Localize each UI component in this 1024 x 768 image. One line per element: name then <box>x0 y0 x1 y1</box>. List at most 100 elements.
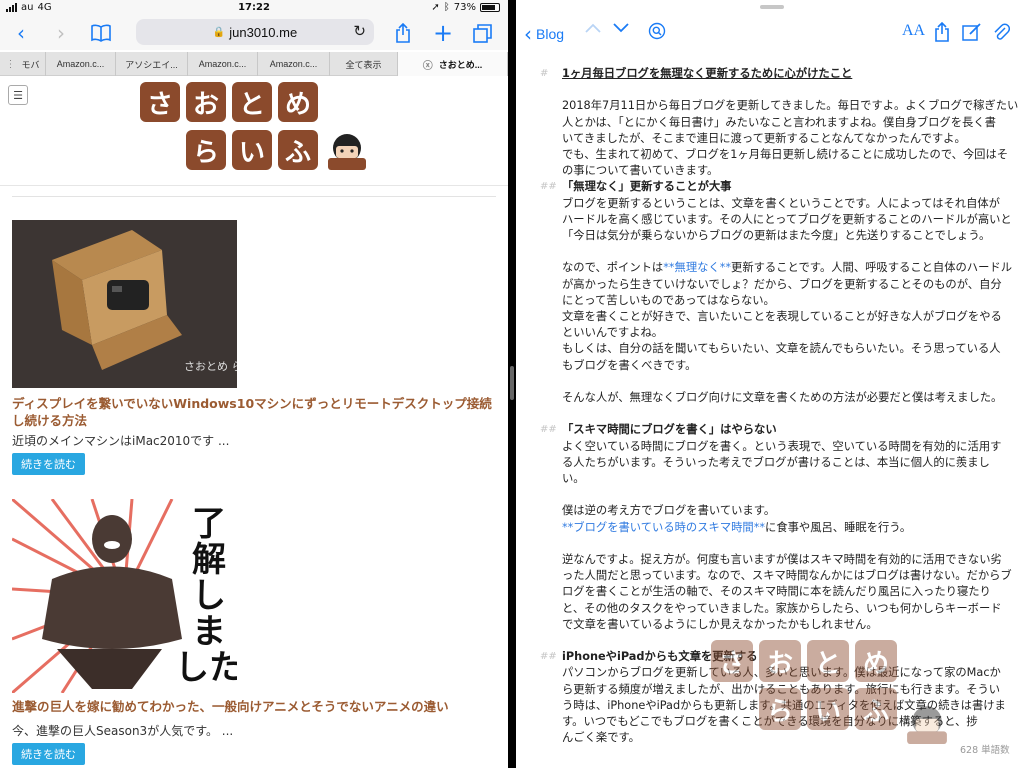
editor-line: にとって苦しいものであってはならない。 <box>562 293 775 307</box>
editor-subheading: ## 「無理なく」更新することが大事 <box>540 179 982 195</box>
font-size-icon[interactable]: AA <box>902 22 925 40</box>
heading-text: 1ヶ月毎日ブログを無理なく更新するために心がけたこと <box>562 67 853 80</box>
editor-line: う時は、iPhoneやiPadからも更新します。共通のエディタを使えば文章の続き… <box>562 698 1006 712</box>
editor-line: ブログを更新するということは、文章を書くということです。人によってはそれ自体が <box>562 196 1000 210</box>
tab-item-active[interactable]: ⓧ さおとめ... <box>398 52 508 76</box>
editor-line: す。いつでもどこでもブログを書くことができる環境を自分なりに構築すると、捗 <box>562 715 978 729</box>
editor-line: 「今日は気分が乗らないからブログの更新はまた今度」と先送りすることでしょう。 <box>562 229 991 243</box>
editor-line: と、その他のタスクをやっていきました。家族からしたら、いつも何かしらキーボード <box>562 601 1002 615</box>
editor-line: んごく楽です。 <box>562 731 640 745</box>
editor-blank-line <box>562 487 982 503</box>
chevron-up-icon[interactable] <box>584 22 602 34</box>
reload-icon[interactable]: ↻ <box>353 22 366 40</box>
editor-blank-line <box>562 536 982 552</box>
share-icon[interactable] <box>934 22 950 42</box>
heading-marker: ## <box>540 651 557 663</box>
editor-line: **ブログを書いている時のスキマ時間**に食事や風呂、睡眠を行う。 <box>562 520 982 536</box>
word-count: 628 単語数 <box>960 742 1010 756</box>
editor-subheading: ## 「スキマ時間にブログを書く」はやらない <box>540 422 982 438</box>
battery-percent: 73% <box>453 2 476 13</box>
svg-text:した: した <box>175 648 237 688</box>
bold-marked-text: **無理なく** <box>663 261 732 275</box>
post-thumbnail[interactable]: 了 解 し ま した <box>12 499 237 693</box>
editor-line: 人とかは、「とにかく毎日書け」みたいなこと言われますよね。僕自身ブログを長く書 <box>562 115 996 129</box>
battery-icon <box>480 3 500 12</box>
compose-icon[interactable] <box>962 22 982 42</box>
markdown-editor[interactable]: #1ヶ月毎日ブログを無理なく更新するために心がけたこと 2018年7月11日から毎… <box>540 66 1018 746</box>
read-more-button[interactable]: 続きを読む <box>12 743 85 765</box>
status-bar: au 4G 17:22 ➚ ᛒ 73% <box>0 0 508 16</box>
post-excerpt: 近頃のメインマシンはiMac2010です ... <box>12 434 230 448</box>
read-more-button[interactable]: 続きを読む <box>12 453 85 475</box>
location-icon: ➚ <box>431 2 440 13</box>
post-thumbnail[interactable]: さおとめ らいふ <box>12 220 237 388</box>
editor-blank-line <box>562 406 982 422</box>
editor-line: いてきましたが、そこまで連日に渡って更新することなんてなかったんですよ。 <box>562 131 966 145</box>
editor-blank-line <box>562 633 982 649</box>
search-icon[interactable] <box>648 22 666 40</box>
tab-item[interactable]: Amazon.c... <box>46 52 116 76</box>
heading-text: 「スキマ時間にブログを書く」はやらない <box>562 423 777 437</box>
close-tab-icon[interactable]: ⋮ <box>5 59 15 70</box>
back-button[interactable]: ‹ Blog <box>524 22 564 46</box>
editor-heading: #1ヶ月毎日ブログを無理なく更新するために心がけたこと <box>540 66 982 82</box>
editor-line: なので、ポイントは**無理なく**更新することです。人間、呼吸すること自体のハー… <box>562 260 1012 276</box>
editor-line: ハードルを高く感じています。その人にとってブログを更新することのハードルが高いと <box>562 212 1012 226</box>
editor-line: の事について書いていきます。 <box>562 164 719 178</box>
editor-line: が高かったら生きていけないでしょ？だから、ブログを更新することそのものが、自分 <box>562 277 1002 291</box>
url-text: jun3010.me <box>229 24 298 40</box>
editor-blank-line <box>562 244 982 260</box>
svg-text:さおとめ らいふ: さおとめ らいふ <box>184 360 237 373</box>
editor-blank-line <box>562 374 982 390</box>
editor-text: なので、ポイントは <box>562 261 664 275</box>
tab-item[interactable]: アソシエイ... <box>116 52 188 76</box>
heading-text: 「無理なく」更新することが大事 <box>562 180 732 194</box>
divider-line <box>12 196 496 197</box>
bold-marked-text: **ブログを書いている時のスキマ時間** <box>562 520 766 534</box>
editor-line: といいんですよね。 <box>562 326 664 340</box>
back-icon[interactable]: ‹ <box>8 20 34 46</box>
tab-item[interactable]: Amazon.c... <box>258 52 330 76</box>
editor-line: よく空いている時間にブログを書く。という表現で、空いている時間を有効的に活用す <box>562 439 1002 453</box>
close-tab-icon[interactable]: ⓧ <box>423 57 433 72</box>
post-title[interactable]: 進撃の巨人を嫁に勧めてわかった、一般向けアニメとそうでないアニメの違い <box>12 698 492 715</box>
menu-icon[interactable]: ☰ <box>8 85 28 105</box>
editor-line: る人たちがいます。そういった考えでブログが書けることは、本当に個人的に羨まし <box>562 455 990 469</box>
tab-item[interactable]: 全て表示 <box>330 52 398 76</box>
tabs-overview-icon[interactable] <box>470 20 496 46</box>
editor-line: でも、生まれて初めて、ブログを1ヶ月毎日更新し続けることに成功したので、今回はそ <box>562 148 1009 161</box>
split-handle[interactable] <box>510 366 514 400</box>
editor-line: ログを書くことが生活の軸で、そのスキマ時間に本を読んだり風呂に入ったり寝たり <box>562 585 991 599</box>
editor-text: 更新することです。人間、呼吸すること自体のハードル <box>731 261 1012 275</box>
safari-pane: au 4G 17:22 ➚ ᛒ 73% ‹ › 🔒 jun3010.me ↻ + <box>0 0 508 768</box>
address-bar[interactable]: 🔒 jun3010.me ↻ <box>136 19 374 45</box>
attachment-icon[interactable] <box>992 22 1010 42</box>
site-logo[interactable]: さ お と め ら い ふ <box>140 82 370 174</box>
heading-marker: ## <box>540 181 557 193</box>
tab-item[interactable]: Amazon.c... <box>188 52 258 76</box>
editor-line: そんな人が、無理なくブログ向けに文章を書くための方法が必要だと僕は考えました。 <box>562 391 1003 405</box>
slide-over-grabber[interactable] <box>760 5 784 9</box>
editor-line: 文章を書くことが好きで、言いたいことを表現していることが好きな人がブログをやる <box>562 310 1002 324</box>
bluetooth-icon: ᛒ <box>443 2 450 13</box>
new-tab-icon[interactable]: + <box>430 19 456 47</box>
editor-blank-line <box>562 82 982 98</box>
chevron-left-icon: ‹ <box>524 22 532 46</box>
forward-icon[interactable]: › <box>48 20 74 46</box>
chevron-down-icon[interactable] <box>612 22 630 34</box>
editor-line: った人間だと思っています。なので、スキマ時間なんかにはブログは書けない。だからブ <box>562 569 1012 583</box>
editor-line: パソコンからブログを更新している人、多いと思います。僕は最近になって家のMacか <box>562 666 1001 680</box>
editor-line: い。 <box>562 472 585 486</box>
editor-toolbar: ‹ Blog AA <box>516 14 1024 50</box>
tab-bar: ⋮ モバ Amazon.c... アソシエイ... Amazon.c... Ama… <box>0 52 508 76</box>
tab-item[interactable]: ⋮ モバ <box>0 52 46 76</box>
editor-text: に食事や風呂、睡眠を行う。 <box>765 520 912 534</box>
editor-line: ら更新する頻度が増えましたが、出かけることもあります。旅行にも行きます。そうい <box>562 682 1001 696</box>
editor-line: もブログを書くべきです。 <box>562 358 697 372</box>
share-icon[interactable] <box>390 20 416 46</box>
post-excerpt: 今、進撃の巨人Season3が人気です。 ... <box>12 724 234 738</box>
bookmarks-icon[interactable] <box>88 20 114 46</box>
post-title[interactable]: ディスプレイを繋いでいないWindows10マシンにずっとリモートデスクトップ接… <box>12 395 492 429</box>
svg-text:ま: ま <box>192 612 226 652</box>
split-view-divider[interactable] <box>508 0 516 768</box>
